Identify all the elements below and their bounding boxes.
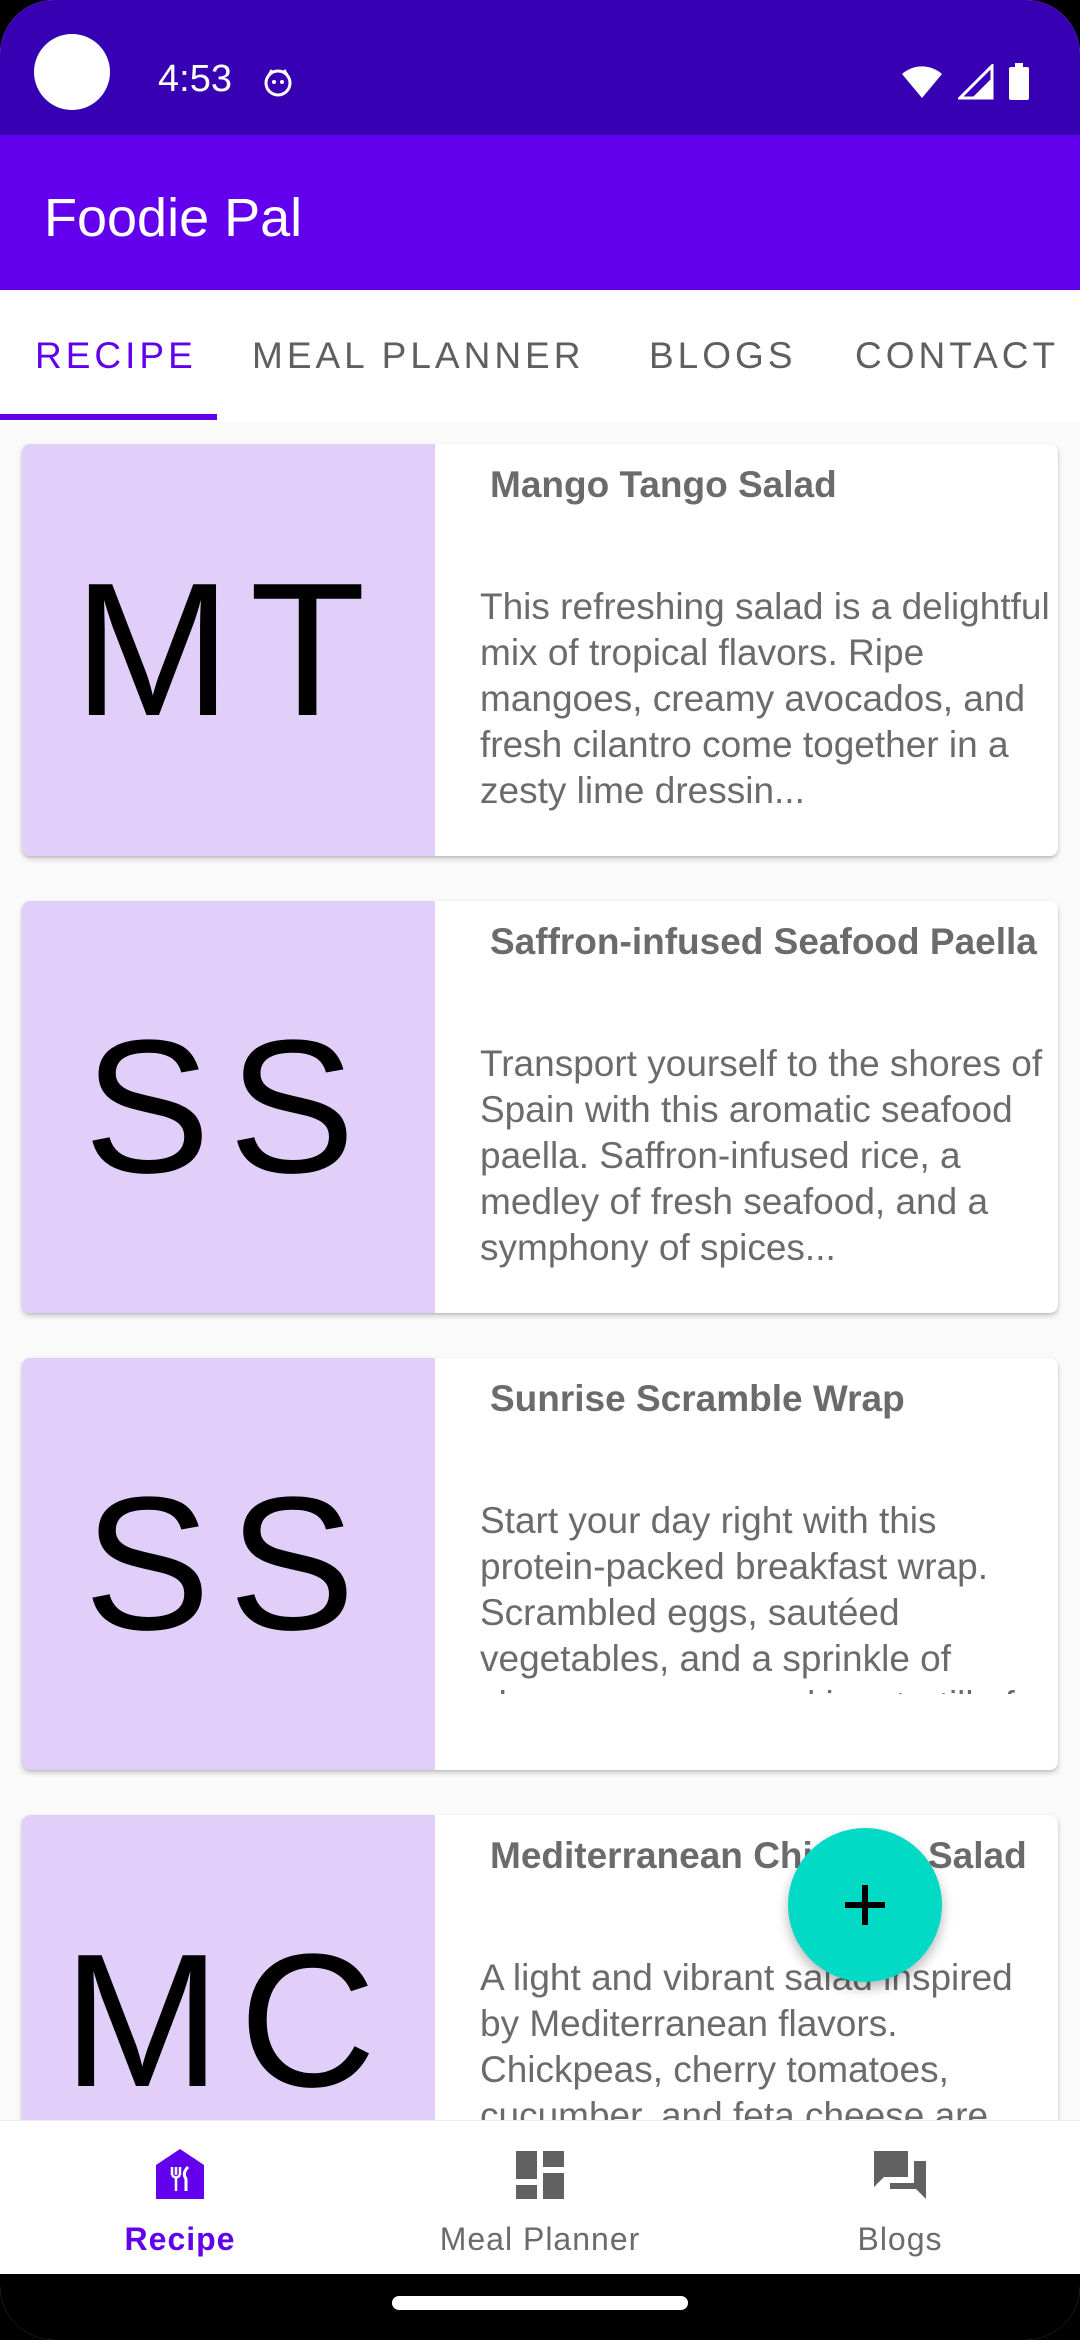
recipe-description: A light and vibrant salad inspired by Me… [480, 1957, 1013, 2120]
tab-contact[interactable]: CONTACT [855, 290, 1059, 422]
forum-icon [874, 2151, 926, 2199]
recipe-title: Saffron-infused Seafood Paella [490, 921, 1037, 962]
app-title: Foodie Pal [44, 188, 303, 248]
recipe-card[interactable]: MT Mango Tango Salad This refreshing sal… [22, 444, 1058, 856]
home-gesture-handle[interactable] [392, 2296, 688, 2310]
tab-blogs[interactable]: BLOGS [649, 290, 797, 422]
app-bar: Foodie Pal [0, 135, 1080, 290]
restaurant-icon [156, 2149, 204, 2199]
recipe-title: Mediterranean Chickpea Salad [490, 1835, 1027, 1876]
recipe-title: Sunrise Scramble Wrap [490, 1378, 905, 1419]
recipe-thumbnail: SS [22, 901, 435, 1313]
recipe-thumbnail: MC [22, 1815, 435, 2120]
recipe-initials: MC [62, 1915, 395, 2120]
wifi-icon [902, 66, 942, 98]
add-icon [845, 1885, 885, 1925]
nav-label-blogs: Blogs [857, 2221, 943, 2257]
recipe-title: Mango Tango Salad [490, 464, 837, 505]
recipe-initials: SS [83, 1001, 374, 1213]
status-icons [900, 62, 1030, 102]
recipe-thumbnail: SS [22, 1358, 435, 1770]
add-recipe-button[interactable] [788, 1828, 942, 1982]
status-bar: 4:53 [0, 0, 1080, 135]
recipe-description: This refreshing salad is a delightful mi… [480, 586, 1050, 811]
bottom-navigation: Recipe Meal Planner Blogs [0, 2120, 1080, 2275]
cellular-signal-icon [958, 64, 994, 100]
dashboard-icon [516, 2151, 564, 2199]
recipe-initials: SS [83, 1458, 374, 1670]
tab-meal-planner[interactable]: MEAL PLANNER [252, 290, 584, 422]
nav-label-meal-planner: Meal Planner [439, 2221, 641, 2257]
tab-recipe[interactable]: RECIPE [35, 290, 197, 422]
tab-indicator [0, 414, 217, 420]
nav-item-recipe[interactable]: Recipe [0, 2121, 360, 2275]
app-screen: 4:53 Foodie Pal RECIPE MEAL PLANNER BLOG… [0, 0, 1080, 2340]
battery-icon [1009, 63, 1029, 100]
recipe-card[interactable]: SS Sunrise Scramble Wrap Start your day … [22, 1358, 1058, 1770]
recipe-description: Transport yourself to the shores of Spai… [480, 1043, 1043, 1268]
notification-face-icon [264, 69, 292, 97]
nav-item-blogs[interactable]: Blogs [720, 2121, 1080, 2275]
tab-bar: RECIPE MEAL PLANNER BLOGS CONTACT [0, 290, 1080, 422]
nav-item-meal-planner[interactable]: Meal Planner [360, 2121, 720, 2275]
nav-label-recipe: Recipe [124, 2221, 236, 2257]
recipe-card[interactable]: SS Saffron-infused Seafood Paella Transp… [22, 901, 1058, 1313]
camera-cutout [34, 34, 110, 110]
recipe-description: Start your day right with this protein-p… [480, 1500, 1046, 1694]
recipe-initials: MT [73, 544, 384, 756]
system-gesture-area [0, 2274, 1080, 2340]
status-time: 4:53 [158, 58, 232, 100]
recipe-thumbnail: MT [22, 444, 435, 856]
